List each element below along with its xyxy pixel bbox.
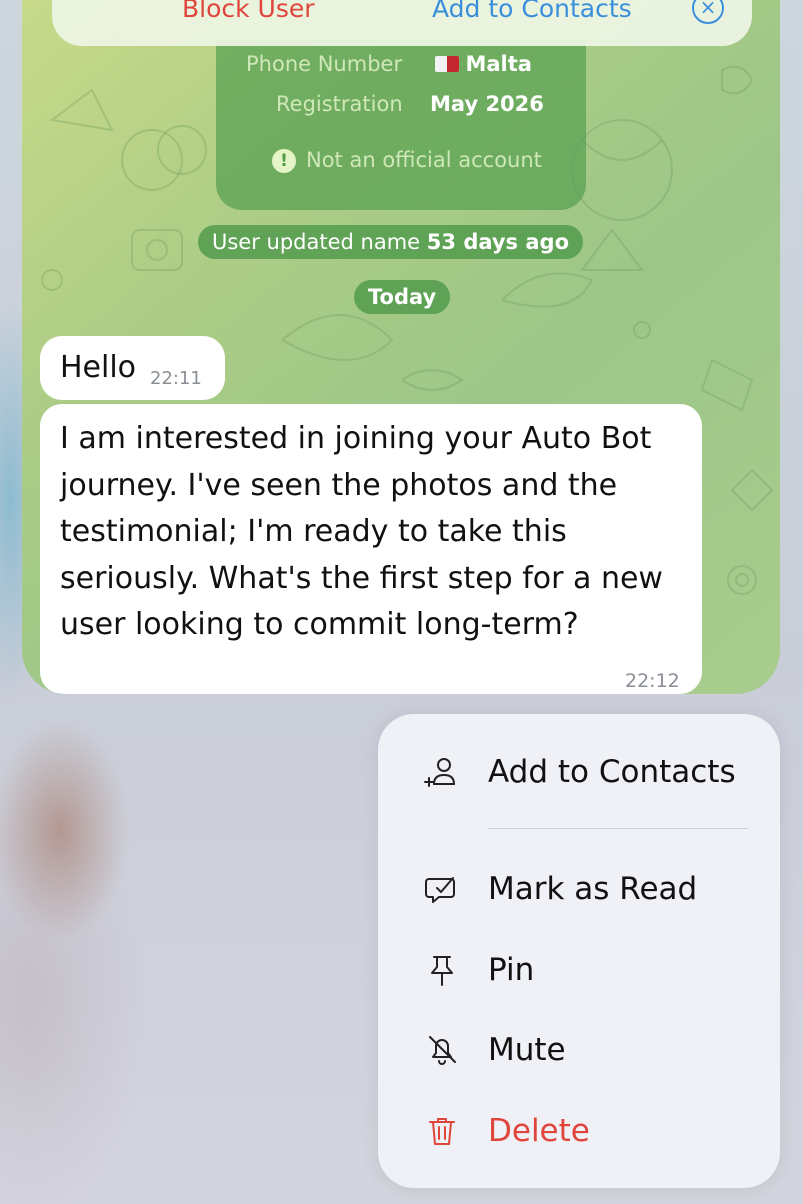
message-text: I am interested in joining your Auto Bot… xyxy=(60,421,663,642)
menu-item-add-to-contacts[interactable]: Add to Contacts xyxy=(378,742,780,802)
name-update-age: 53 days ago xyxy=(426,230,570,254)
malta-flag-icon xyxy=(435,56,460,72)
pin-icon xyxy=(431,956,453,986)
menu-item-label: Mute xyxy=(488,1032,566,1068)
menu-item-label: Mark as Read xyxy=(488,871,698,907)
registration-label: Registration xyxy=(276,92,403,116)
registration-value: May 2026 xyxy=(430,92,544,116)
name-update-prefix: User updated name xyxy=(212,230,421,254)
menu-item-label: Add to Contacts xyxy=(488,754,736,790)
mark-read-icon xyxy=(425,877,455,903)
menu-item-delete[interactable]: Delete xyxy=(378,1101,780,1161)
date-divider-label: Today xyxy=(368,285,437,309)
menu-item-label: Pin xyxy=(488,952,535,988)
phone-value: Malta xyxy=(465,52,532,76)
phone-label: Phone Number xyxy=(246,52,403,76)
close-icon[interactable]: × xyxy=(692,0,724,24)
add-contact-icon xyxy=(424,758,456,787)
message-text: Hello xyxy=(60,350,137,385)
block-user-button[interactable]: Block User xyxy=(182,0,315,23)
mute-bell-icon xyxy=(429,1036,456,1065)
menu-item-pin[interactable]: Pin xyxy=(378,940,780,1000)
menu-item-mute[interactable]: Mute xyxy=(378,1020,780,1080)
user-info-card: Phone Number Malta Registration May 2026… xyxy=(216,40,586,210)
add-to-contacts-link[interactable]: Add to Contacts xyxy=(432,0,632,23)
registration-row: Registration May 2026 xyxy=(276,92,544,116)
chat-action-bar: Block User Add to Contacts × xyxy=(52,0,752,46)
message-time: 22:12 xyxy=(625,670,680,692)
name-update-notice: User updated name 53 days ago xyxy=(198,225,584,259)
menu-item-label: Delete xyxy=(488,1113,590,1149)
date-divider: Today xyxy=(354,280,451,314)
warning-text: Not an official account xyxy=(306,148,542,172)
warning-icon: ! xyxy=(272,149,296,173)
phone-row: Phone Number Malta xyxy=(246,52,532,76)
message-bubble-hello[interactable]: Hello 22:11 xyxy=(40,336,225,400)
chat-preview-panel: Phone Number Malta Registration May 2026… xyxy=(22,0,780,694)
message-bubble-inquiry[interactable]: I am interested in joining your Auto Bot… xyxy=(40,404,702,694)
trash-icon xyxy=(429,1118,455,1145)
menu-item-mark-as-read[interactable]: Mark as Read xyxy=(378,859,780,919)
menu-divider xyxy=(488,828,748,829)
context-menu: Add to Contacts Mark as Read Pin Mute De… xyxy=(378,714,780,1188)
message-time: 22:11 xyxy=(150,368,202,389)
official-warning-row: ! Not an official account xyxy=(272,148,542,173)
